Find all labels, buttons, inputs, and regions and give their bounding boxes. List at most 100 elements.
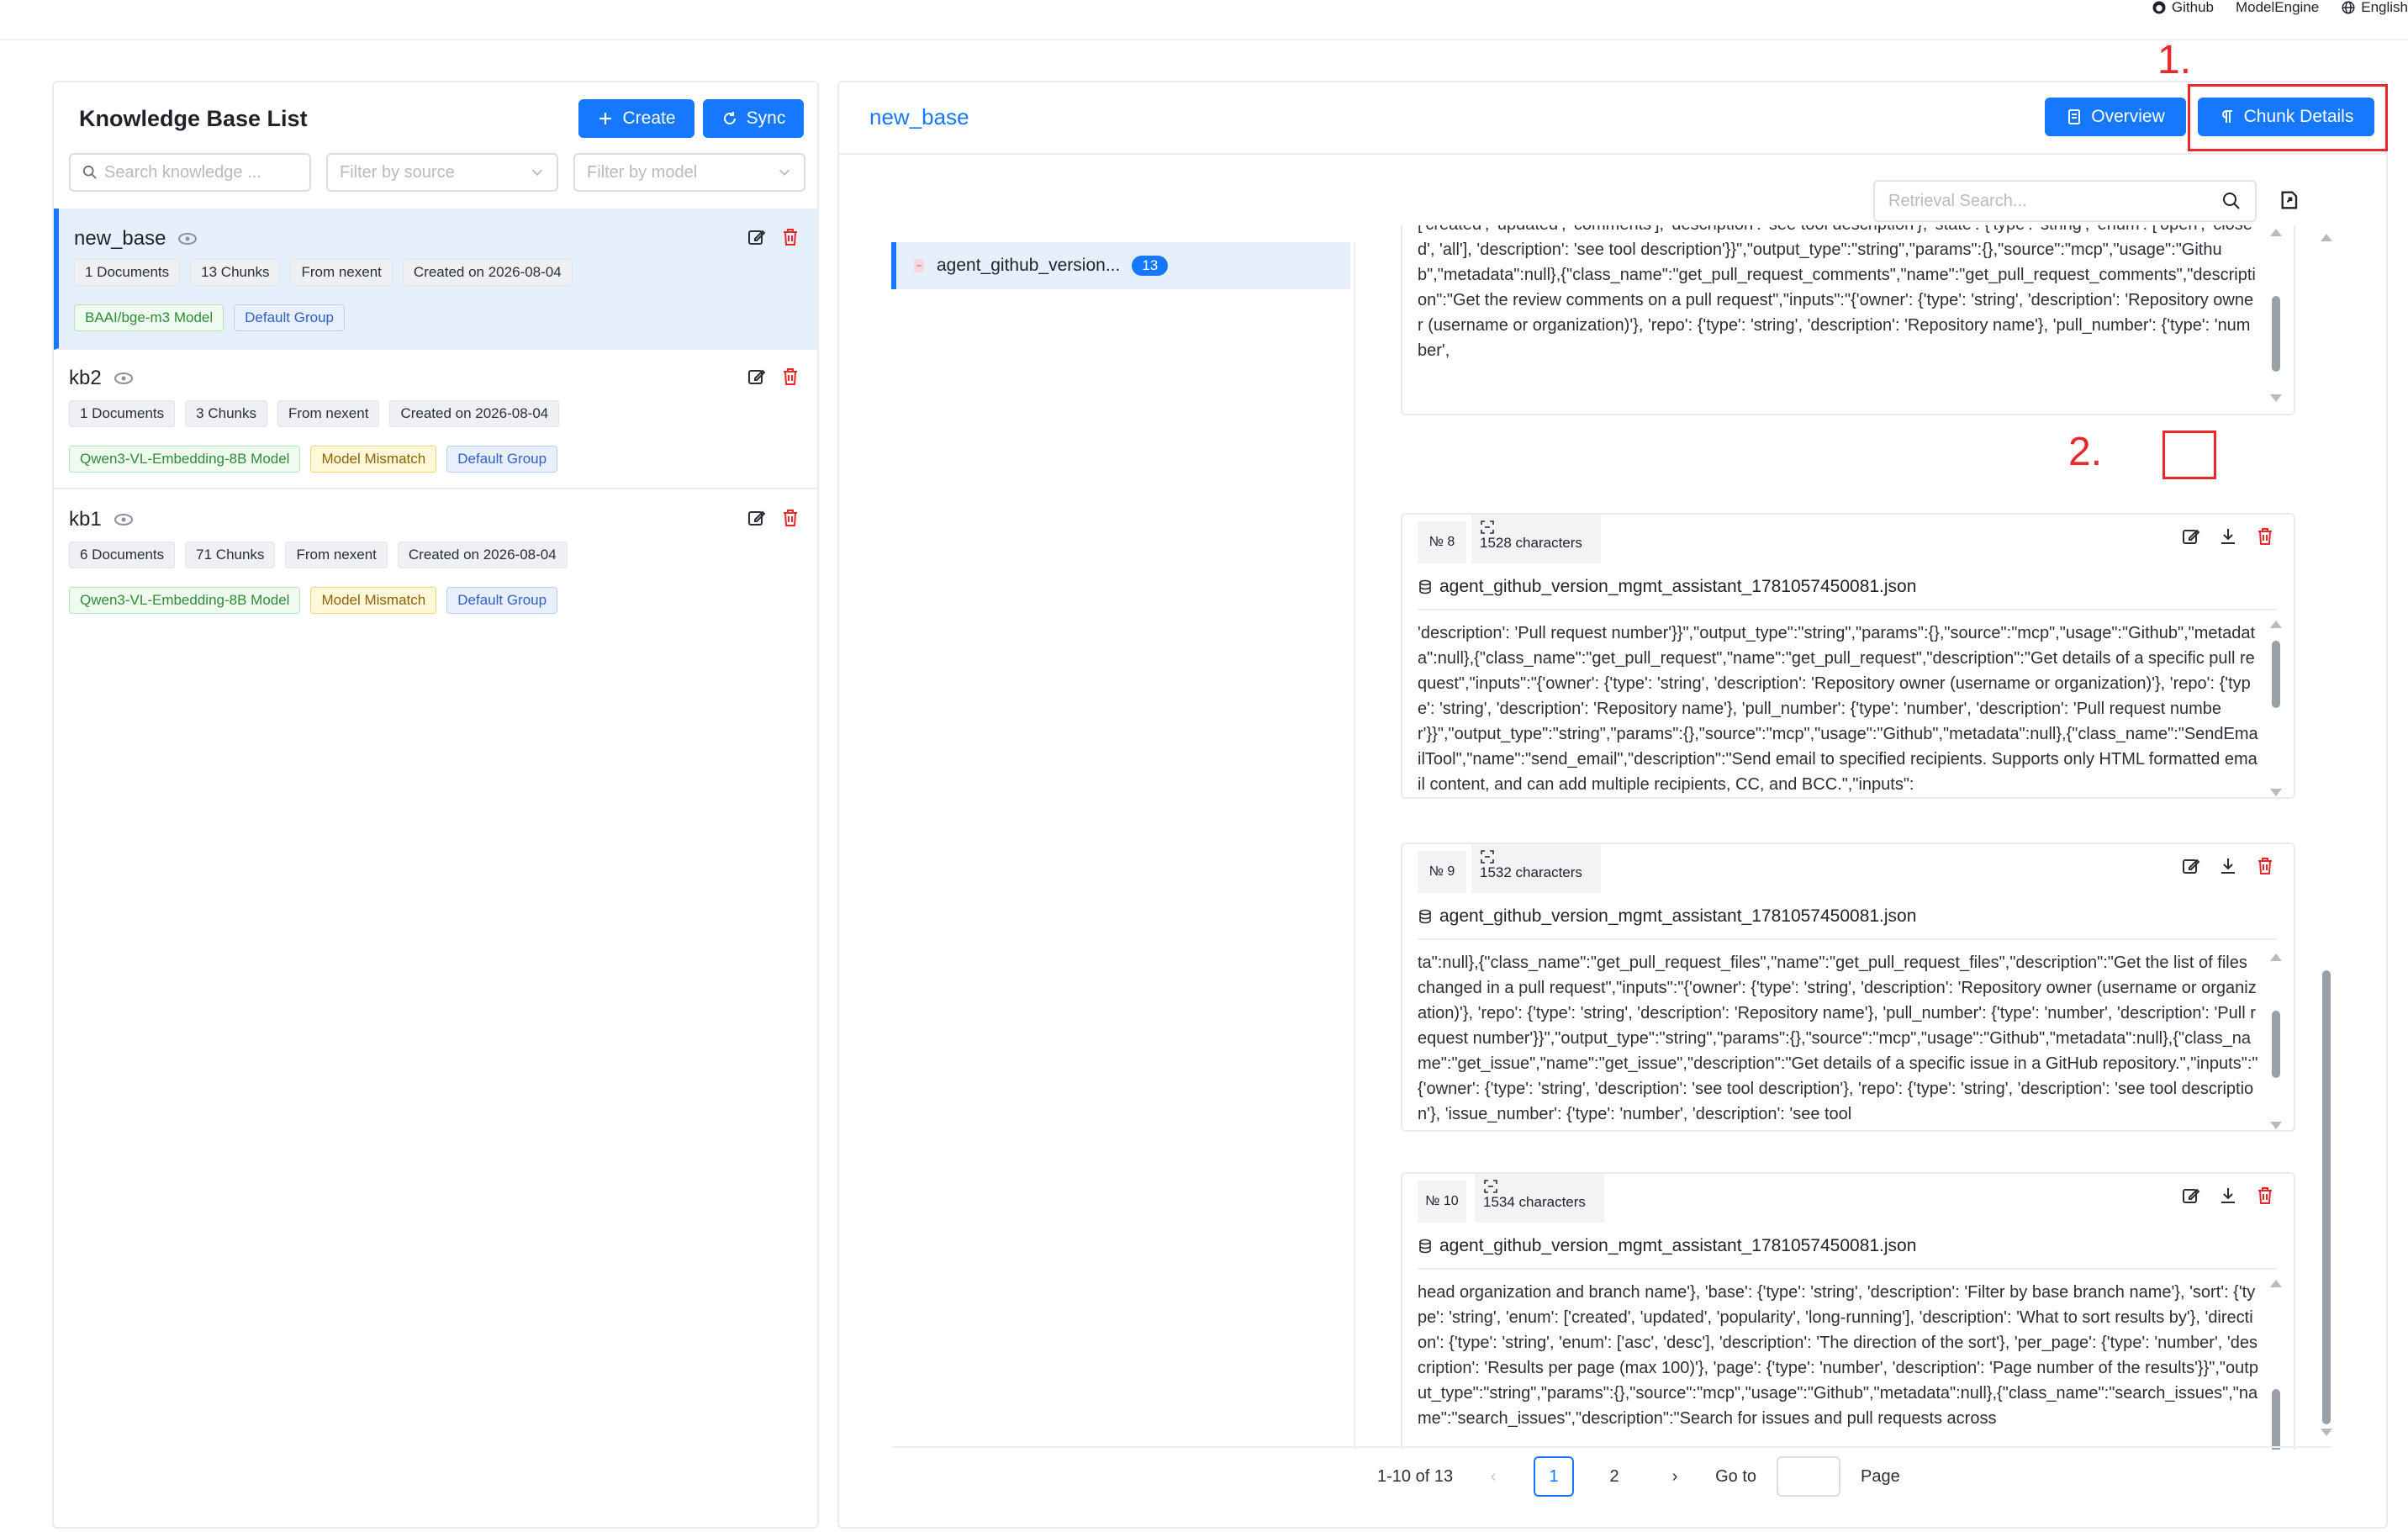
- modelengine-link[interactable]: ModelEngine: [2236, 0, 2319, 16]
- kb-stats: 1 Documents 13 Chunks From nexent Create…: [74, 259, 573, 286]
- chunk-count-tag: 3 Chunks: [185, 400, 267, 427]
- group-tag: Default Group: [234, 304, 345, 331]
- chunk-source-file: agent_github_version_mgmt_assistant_1781…: [1418, 577, 1916, 597]
- kb-item-kb1[interactable]: kb1 6 Documents 71 Chunks From nexent Cr…: [54, 489, 817, 629]
- kb-model-tags: Qwen3-VL-Embedding-8B Model Model Mismat…: [69, 446, 558, 473]
- top-links: Github ModelEngine English: [2152, 0, 2408, 15]
- trash-icon[interactable]: [2255, 526, 2275, 547]
- trash-icon[interactable]: [780, 508, 800, 528]
- created-date-tag: Created on 2026-08-04: [397, 541, 568, 568]
- chunk-count-tag: 13 Chunks: [190, 259, 281, 286]
- previous-page-button[interactable]: ‹: [1473, 1456, 1513, 1497]
- download-icon[interactable]: [2218, 856, 2238, 876]
- trash-icon[interactable]: [780, 227, 800, 247]
- scroll-up-arrow[interactable]: [2270, 1280, 2282, 1287]
- chunk-scrollbar[interactable]: [2270, 621, 2282, 797]
- scrollbar-thumb[interactable]: [2272, 1389, 2280, 1450]
- edit-icon[interactable]: [2181, 1186, 2201, 1206]
- download-icon[interactable]: [2218, 526, 2238, 547]
- filter-model-placeholder: Filter by model: [587, 162, 698, 182]
- annotation-step-2: 2.: [2068, 430, 2103, 474]
- edit-icon[interactable]: [747, 227, 767, 247]
- edit-icon[interactable]: [747, 367, 767, 387]
- filter-by-source-select[interactable]: Filter by source: [326, 153, 558, 192]
- created-date-tag: Created on 2026-08-04: [402, 259, 573, 286]
- chunk-scrollbar[interactable]: [2270, 1280, 2282, 1450]
- overview-button[interactable]: Overview: [2045, 98, 2186, 136]
- kb-model-tags: Qwen3-VL-Embedding-8B Model Model Mismat…: [69, 587, 558, 614]
- chunk-scrollbar[interactable]: [2270, 229, 2282, 402]
- chunk-count-badge: 13: [1132, 256, 1169, 276]
- edit-icon[interactable]: [2181, 526, 2201, 547]
- edit-icon[interactable]: [2181, 856, 2201, 876]
- globe-icon: [2342, 1, 2355, 14]
- kb-stats: 6 Documents 71 Chunks From nexent Create…: [69, 541, 568, 568]
- document-list-item[interactable]: agent_github_version... 13: [891, 242, 1350, 289]
- scroll-up-arrow[interactable]: [2270, 621, 2282, 628]
- search-icon: [82, 165, 97, 179]
- kb-stats: 1 Documents 3 Chunks From nexent Created…: [69, 400, 560, 427]
- chunk-header: № 9 1532 characters: [1402, 844, 2294, 895]
- chunk-source-file-name: agent_github_version_mgmt_assistant_1781…: [1439, 906, 1917, 926]
- kb-item-actions: [747, 367, 800, 387]
- column-divider: [1354, 242, 1355, 1450]
- eye-icon[interactable]: [114, 368, 134, 388]
- scroll-down-arrow[interactable]: [2321, 1429, 2332, 1436]
- scrollbar-thumb[interactable]: [2322, 970, 2331, 1424]
- trash-icon[interactable]: [2255, 1186, 2275, 1206]
- create-button[interactable]: Create: [578, 99, 694, 138]
- scroll-down-arrow[interactable]: [2270, 394, 2282, 402]
- next-page-button[interactable]: ›: [1655, 1456, 1695, 1497]
- chunk-scrollbar[interactable]: [2270, 954, 2282, 1130]
- chunk-source-file: agent_github_version_mgmt_assistant_1781…: [1418, 1236, 1916, 1256]
- search-input[interactable]: Search knowledge ...: [69, 153, 311, 192]
- search-placeholder: Search knowledge ...: [104, 162, 261, 182]
- kb-item-new-base[interactable]: new_base 1 Documents 13 Chunks From nexe…: [54, 209, 817, 350]
- eye-icon[interactable]: [114, 510, 134, 530]
- annotation-box-edit: [2162, 431, 2216, 479]
- github-link[interactable]: Github: [2152, 0, 2214, 16]
- scroll-down-arrow[interactable]: [2270, 1122, 2282, 1129]
- chunk-actions: [2181, 1186, 2275, 1206]
- page-2-button[interactable]: 2: [1594, 1456, 1634, 1497]
- chunk-character-count: 1528 characters: [1471, 515, 1601, 563]
- kb-name-label: kb2: [69, 367, 102, 389]
- chunk-character-count-label: 1532 characters: [1480, 864, 1582, 880]
- kb-item-actions: [747, 508, 800, 528]
- scroll-down-arrow[interactable]: [2270, 789, 2282, 796]
- retrieval-search-placeholder: Retrieval Search...: [1888, 191, 2027, 210]
- source-tag: From nexent: [290, 259, 393, 286]
- sync-button[interactable]: Sync: [703, 99, 804, 138]
- trash-icon[interactable]: [780, 367, 800, 387]
- chunk-actions: [2181, 856, 2275, 876]
- kb-item-kb2[interactable]: kb2 1 Documents 3 Chunks From nexent Cre…: [54, 350, 817, 489]
- scrollbar-thumb[interactable]: [2272, 296, 2280, 372]
- chunk-source-file-name: agent_github_version_mgmt_assistant_1781…: [1439, 577, 1917, 596]
- panel-title: Knowledge Base List: [79, 106, 308, 131]
- retrieval-search-input[interactable]: Retrieval Search...: [1873, 180, 2257, 222]
- eye-icon[interactable]: [177, 229, 198, 249]
- search-icon[interactable]: [2221, 191, 2242, 211]
- filter-source-placeholder: Filter by source: [340, 162, 455, 182]
- scroll-up-arrow[interactable]: [2270, 954, 2282, 961]
- chunk-list-scrollbar[interactable]: [2321, 234, 2332, 1436]
- export-icon[interactable]: [2279, 188, 2302, 212]
- goto-page-input[interactable]: [1777, 1456, 1840, 1497]
- chunk-card: № 9 1532 characters agent_github_version…: [1401, 843, 2295, 1132]
- page-1-button[interactable]: 1: [1534, 1456, 1575, 1497]
- chunk-number: № 9: [1418, 851, 1466, 893]
- page-label: Page: [1861, 1466, 1900, 1486]
- language-switch[interactable]: English: [2341, 0, 2408, 16]
- chunk-character-count: 1534 characters: [1475, 1174, 1604, 1223]
- trash-icon[interactable]: [2255, 856, 2275, 876]
- github-icon: [2152, 1, 2166, 14]
- scrollbar-thumb[interactable]: [2272, 1011, 2280, 1078]
- download-icon[interactable]: [2218, 1186, 2238, 1206]
- scrollbar-thumb[interactable]: [2272, 641, 2280, 708]
- scroll-up-arrow[interactable]: [2321, 234, 2332, 241]
- chunk-character-count-label: 1534 characters: [1483, 1194, 1586, 1210]
- language-label: English: [2361, 0, 2408, 15]
- scroll-up-arrow[interactable]: [2270, 229, 2282, 236]
- filter-by-model-select[interactable]: Filter by model: [573, 153, 805, 192]
- edit-icon[interactable]: [747, 508, 767, 528]
